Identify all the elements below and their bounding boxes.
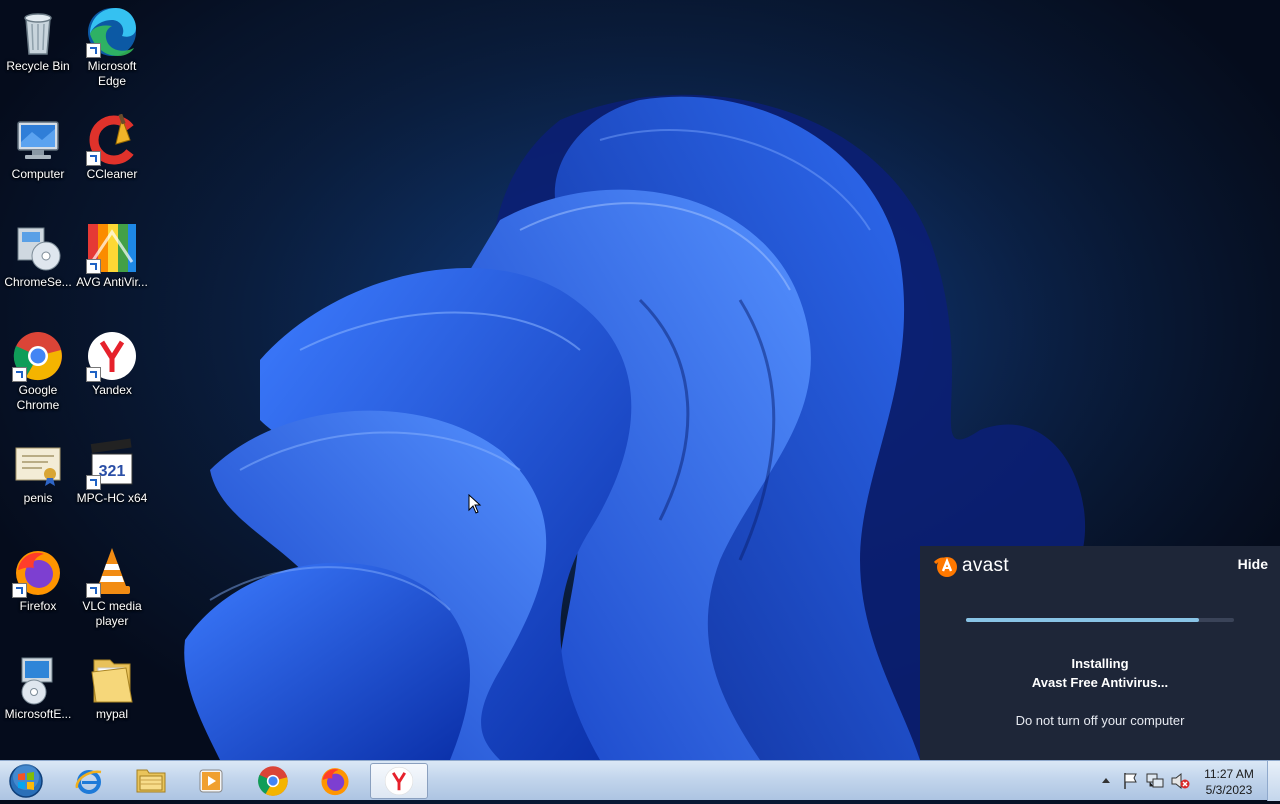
desktop-icon-microsoft-edge[interactable]: Microsoft Edge [74, 0, 150, 89]
desktop-icon-label: ChromeSe... [4, 275, 72, 289]
taskbar-file-explorer[interactable] [122, 763, 180, 799]
clock-time: 11:27 AM [1204, 767, 1254, 781]
desktop-icon-label: Microsoft Edge [87, 59, 137, 88]
file-explorer-icon [136, 769, 166, 793]
desktop-icon-avg-antivirus[interactable]: AVG AntiVir... [74, 216, 150, 290]
shortcut-arrow-icon [86, 475, 101, 490]
install-title-line2: Avast Free Antivirus... [1031, 675, 1169, 690]
show-desktop-button[interactable] [1267, 761, 1280, 801]
desktop-icon-label: mypal [95, 707, 128, 721]
shortcut-arrow-icon [12, 583, 27, 598]
avast-logo: avast [934, 554, 1009, 578]
install-title: Installing Avast Free Antivirus... [920, 654, 1280, 692]
folder-icon [86, 654, 138, 706]
svg-text:321: 321 [99, 463, 126, 480]
mouse-cursor-icon [468, 494, 482, 514]
setup-icon [12, 654, 64, 706]
firefox-icon [321, 768, 349, 796]
desktop-icon-computer[interactable]: Computer [0, 108, 76, 182]
desktop-icon-label: Firefox [19, 599, 57, 613]
show-hidden-icons-icon[interactable] [1101, 776, 1111, 784]
install-title-line1: Installing [1071, 656, 1129, 671]
desktop-icon-mpc-hc[interactable]: 321 MPC-HC x64 [74, 432, 150, 506]
vlc-icon [86, 546, 138, 598]
ccleaner-icon [86, 113, 138, 166]
taskbar: 11:27 AM 5/3/2023 [0, 760, 1280, 801]
desktop-icon-label: Google Chrome [16, 383, 60, 412]
desktop-icon-label: MicrosoftE... [4, 707, 72, 721]
media-player-icon [199, 769, 223, 793]
taskbar-internet-explorer[interactable] [60, 763, 118, 799]
shortcut-arrow-icon [86, 151, 101, 166]
desktop-icon-penis[interactable]: penis [0, 432, 76, 506]
windows-start-orb-icon [9, 764, 43, 798]
desktop-icon-label: Computer [11, 167, 65, 181]
desktop-icon-google-chrome[interactable]: Google Chrome [0, 324, 76, 413]
desktop-icon-label: penis [23, 491, 53, 505]
desktop-icon-label: CCleaner [86, 167, 138, 181]
install-progress-bar [966, 618, 1234, 622]
avg-icon [86, 222, 138, 274]
taskbar-yandex[interactable] [370, 763, 428, 799]
computer-icon [12, 114, 64, 166]
chrome-icon [258, 766, 288, 796]
mpc-hc-icon: 321 [86, 438, 138, 490]
certificate-icon [12, 438, 64, 490]
recycle-bin-icon [12, 6, 64, 58]
install-progress-fill [966, 618, 1200, 622]
desktop-icon-vlc[interactable]: VLC media player [74, 540, 150, 629]
action-center-flag-icon[interactable] [1122, 772, 1138, 790]
shortcut-arrow-icon [86, 583, 101, 598]
avast-brand-text: avast [962, 555, 1009, 576]
desktop-icon-microsoftedge-setup[interactable]: MicrosoftE... [0, 648, 76, 722]
desktop-icon-label: VLC media player [82, 599, 142, 628]
desktop-icon-label: Recycle Bin [6, 59, 70, 73]
desktop-icon-recycle-bin[interactable]: Recycle Bin [0, 0, 76, 74]
firefox-icon [12, 546, 64, 598]
internet-explorer-icon [75, 770, 102, 794]
volume-muted-icon[interactable] [1170, 772, 1190, 790]
start-button[interactable] [6, 763, 46, 799]
desktop-icon-chromesetup[interactable]: ChromeSe... [0, 216, 76, 290]
desktop-icon-label: AVG AntiVir... [76, 275, 148, 289]
yandex-icon [86, 330, 138, 382]
yandex-icon [384, 766, 414, 796]
taskbar-firefox[interactable] [306, 763, 364, 799]
desktop-icon-label: MPC-HC x64 [76, 491, 148, 505]
taskbar-clock[interactable]: 11:27 AM 5/3/2023 [1198, 766, 1260, 798]
network-icon[interactable] [1146, 772, 1164, 790]
installer-icon [12, 222, 64, 274]
shortcut-arrow-icon [12, 367, 27, 382]
desktop-icon-firefox[interactable]: Firefox [0, 540, 76, 614]
shortcut-arrow-icon [86, 259, 101, 274]
shortcut-arrow-icon [86, 367, 101, 382]
hide-button[interactable]: Hide [1238, 556, 1268, 572]
taskbar-media-player[interactable] [182, 763, 240, 799]
install-subtitle: Do not turn off your computer [1015, 713, 1185, 728]
desktop-icon-ccleaner[interactable]: CCleaner [74, 108, 150, 182]
desktop-icon-label: Yandex [92, 383, 132, 397]
edge-icon [86, 6, 138, 58]
clock-date: 5/3/2023 [1205, 783, 1253, 797]
avast-install-popup: avast Hide Installing Avast Free Antivir… [920, 546, 1280, 760]
avast-logo-icon [934, 557, 957, 577]
chrome-icon [12, 330, 64, 382]
taskbar-chrome[interactable] [244, 763, 302, 799]
desktop-icon-mypal[interactable]: mypal [74, 648, 150, 722]
shortcut-arrow-icon [86, 43, 101, 58]
desktop-icon-yandex[interactable]: Yandex [74, 324, 150, 398]
